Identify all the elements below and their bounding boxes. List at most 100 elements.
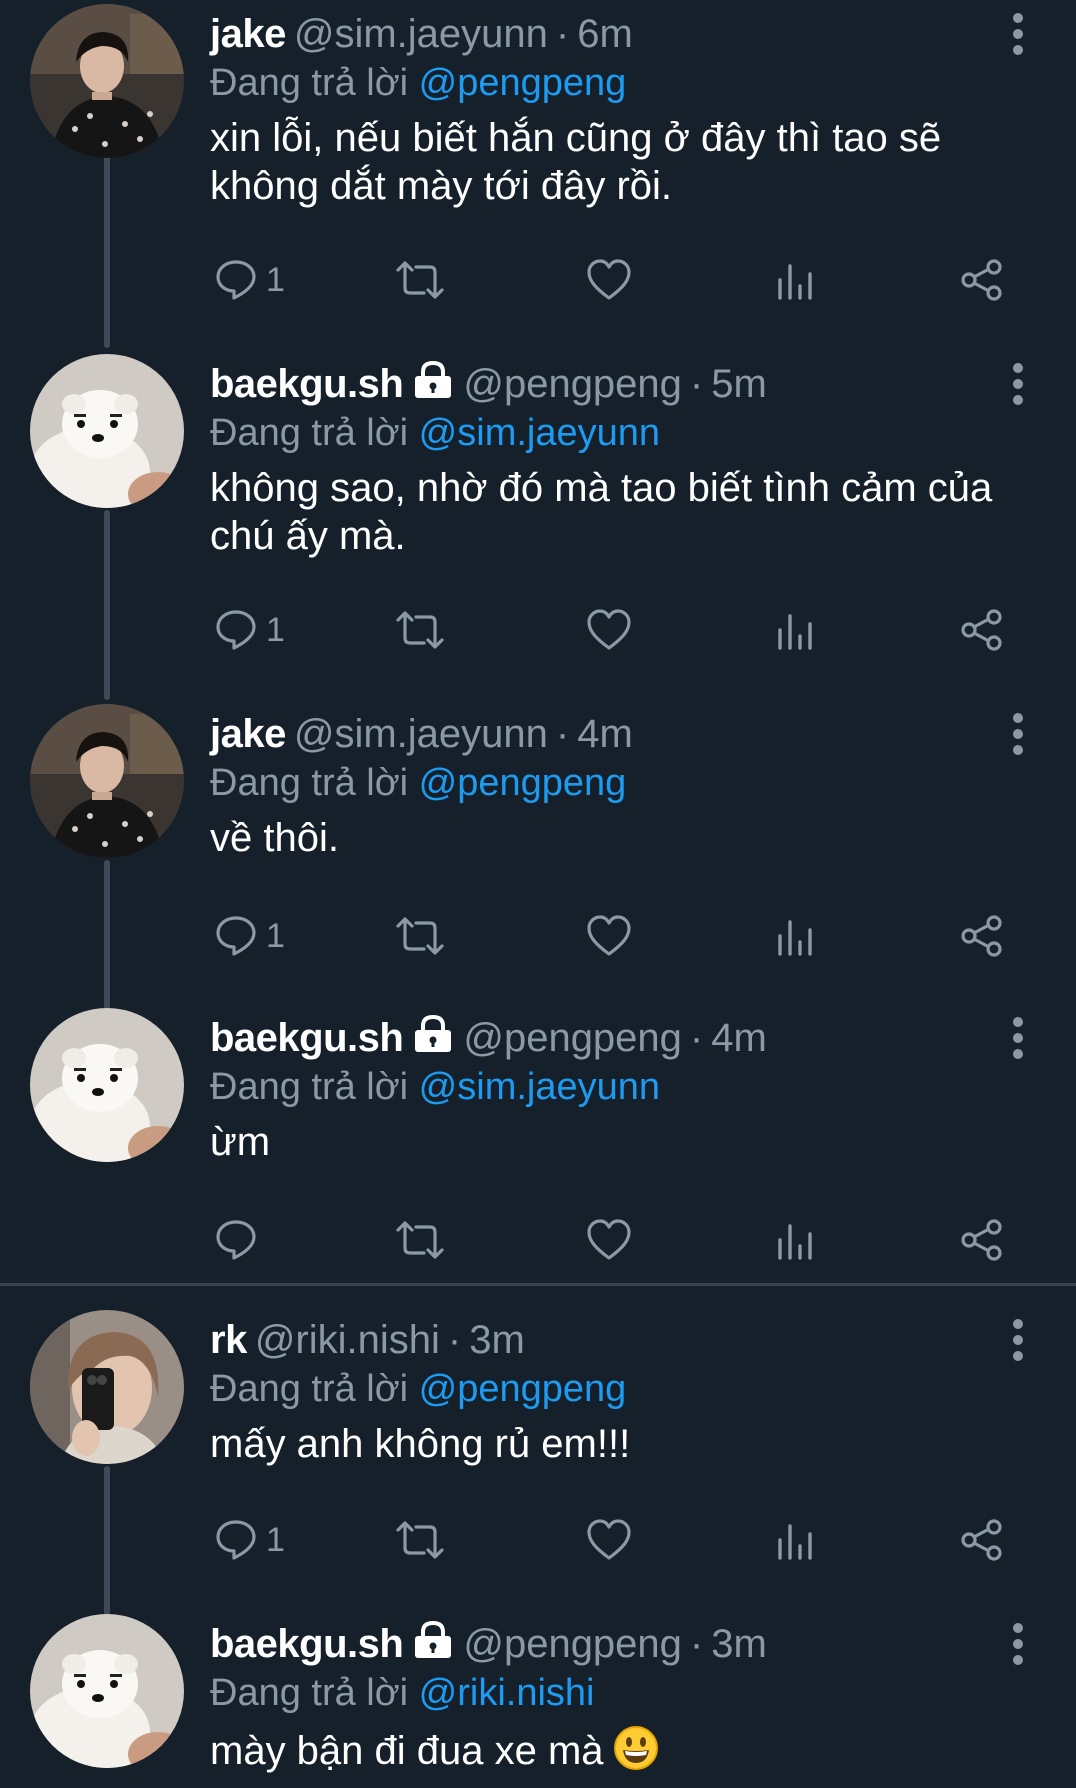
like-button[interactable] xyxy=(586,1510,636,1570)
share-button[interactable] xyxy=(960,1210,1008,1270)
like-button[interactable] xyxy=(586,600,636,660)
separator-dot: · xyxy=(689,1016,704,1060)
retweet-button[interactable] xyxy=(394,906,450,966)
more-options-icon[interactable] xyxy=(998,10,1038,58)
timestamp[interactable]: 4m xyxy=(577,712,633,756)
tweet-text: mấy anh không rủ em!!! xyxy=(210,1422,631,1466)
reply-count: 1 xyxy=(266,917,285,955)
reply-button[interactable]: 1 xyxy=(214,600,304,660)
avatar[interactable] xyxy=(30,4,184,158)
replying-to: Đang trả lời @pengpeng xyxy=(210,1366,1030,1412)
user-handle[interactable]: @sim.jaeyunn xyxy=(294,12,548,56)
timestamp[interactable]: 4m xyxy=(711,1016,767,1060)
mention-link[interactable]: @pengpeng xyxy=(419,62,627,104)
share-button[interactable] xyxy=(960,1510,1008,1570)
bar-chart-icon xyxy=(778,920,812,956)
like-button[interactable] xyxy=(586,906,636,966)
timestamp[interactable]: 5m xyxy=(711,362,767,406)
replying-to-label: Đang trả lời xyxy=(210,62,409,104)
views-button[interactable] xyxy=(776,1210,820,1270)
like-button[interactable] xyxy=(586,1210,636,1270)
reply-button[interactable]: 1 xyxy=(214,906,304,966)
mention-link[interactable]: @pengpeng xyxy=(419,1368,627,1410)
share-button[interactable] xyxy=(960,906,1008,966)
action-bar: 1 xyxy=(0,600,1076,660)
replying-to: Đang trả lời @sim.jaeyunn xyxy=(210,1064,1030,1110)
retweet-icon xyxy=(396,1521,444,1559)
separator-dot: · xyxy=(689,362,704,406)
share-button[interactable] xyxy=(960,250,1008,310)
separator-dot: · xyxy=(555,712,570,756)
heart-icon xyxy=(587,1519,631,1560)
tweet-header: baekgu.sh @pengpeng · 5m xyxy=(210,360,980,408)
reply-icon xyxy=(216,610,256,650)
reply-button[interactable]: 1 xyxy=(214,250,304,310)
user-handle[interactable]: @pengpeng xyxy=(463,1016,682,1060)
tweet-text: xin lỗi, nếu biết hắn cũng ở đây thì tao… xyxy=(210,116,942,208)
avatar[interactable] xyxy=(30,1310,184,1464)
replying-to: Đang trả lời @pengpeng xyxy=(210,760,1030,806)
retweet-button[interactable] xyxy=(394,1210,450,1270)
heart-icon xyxy=(587,259,631,300)
user-handle[interactable]: @riki.nishi xyxy=(255,1318,440,1362)
tweet-text-container: mày bận đi đua xe mà xyxy=(210,1724,1040,1783)
retweet-button[interactable] xyxy=(394,1510,450,1570)
more-options-icon[interactable] xyxy=(998,1316,1038,1364)
avatar[interactable] xyxy=(30,354,184,508)
timestamp[interactable]: 3m xyxy=(711,1622,767,1666)
views-button[interactable] xyxy=(776,600,820,660)
mention-link[interactable]: @riki.nishi xyxy=(419,1672,595,1714)
mention-link[interactable]: @pengpeng xyxy=(419,762,627,804)
retweet-icon xyxy=(396,261,444,299)
mention-link[interactable]: @sim.jaeyunn xyxy=(419,412,660,454)
avatar[interactable] xyxy=(30,1008,184,1162)
display-name[interactable]: baekgu.sh xyxy=(210,362,404,406)
timestamp[interactable]: 6m xyxy=(577,12,633,56)
share-icon xyxy=(961,1519,1002,1561)
like-button[interactable] xyxy=(586,250,636,310)
replying-to-label: Đang trả lời xyxy=(210,762,409,804)
separator-dot: · xyxy=(689,1622,704,1666)
views-button[interactable] xyxy=(776,1510,820,1570)
views-button[interactable] xyxy=(776,906,820,966)
reply-count: 1 xyxy=(266,261,285,299)
bar-chart-icon xyxy=(778,1224,812,1260)
action-bar: 1 xyxy=(0,906,1076,966)
display-name[interactable]: jake xyxy=(210,712,286,756)
replying-to: Đang trả lời @sim.jaeyunn xyxy=(210,410,1030,456)
replying-to: Đang trả lời @pengpeng xyxy=(210,60,1030,106)
retweet-icon xyxy=(396,1221,444,1259)
user-handle[interactable]: @sim.jaeyunn xyxy=(294,712,548,756)
replying-to-label: Đang trả lời xyxy=(210,1368,409,1410)
lock-icon xyxy=(413,1014,453,1065)
grinning-face-icon xyxy=(612,1724,660,1783)
tweet-text: về thôi. xyxy=(210,816,339,860)
share-button[interactable] xyxy=(960,600,1008,660)
retweet-button[interactable] xyxy=(394,600,450,660)
display-name[interactable]: rk xyxy=(210,1318,247,1362)
bar-chart-icon xyxy=(778,614,812,650)
reply-button[interactable]: 1 xyxy=(214,1510,304,1570)
user-handle[interactable]: @pengpeng xyxy=(463,1622,682,1666)
views-button[interactable] xyxy=(776,250,820,310)
more-options-icon[interactable] xyxy=(998,1014,1038,1062)
mention-link[interactable]: @sim.jaeyunn xyxy=(419,1066,660,1108)
user-handle[interactable]: @pengpeng xyxy=(463,362,682,406)
avatar[interactable] xyxy=(30,1614,184,1768)
more-options-icon[interactable] xyxy=(998,1620,1038,1668)
more-options-icon[interactable] xyxy=(998,360,1038,408)
retweet-button[interactable] xyxy=(394,250,450,310)
display-name[interactable]: jake xyxy=(210,12,286,56)
avatar[interactable] xyxy=(30,704,184,858)
share-icon xyxy=(961,915,1002,957)
display-name[interactable]: baekgu.sh xyxy=(210,1016,404,1060)
tweet-text: không sao, nhờ đó mà tao biết tình cảm c… xyxy=(210,466,993,558)
reply-button[interactable] xyxy=(214,1210,304,1270)
reply-count: 1 xyxy=(266,1521,285,1559)
timestamp[interactable]: 3m xyxy=(469,1318,525,1362)
lock-icon xyxy=(413,1620,453,1671)
tweet-text: mày bận đi đua xe mà xyxy=(210,1729,604,1773)
more-options-icon[interactable] xyxy=(998,710,1038,758)
display-name[interactable]: baekgu.sh xyxy=(210,1622,404,1666)
action-bar: 1 xyxy=(0,1510,1076,1570)
